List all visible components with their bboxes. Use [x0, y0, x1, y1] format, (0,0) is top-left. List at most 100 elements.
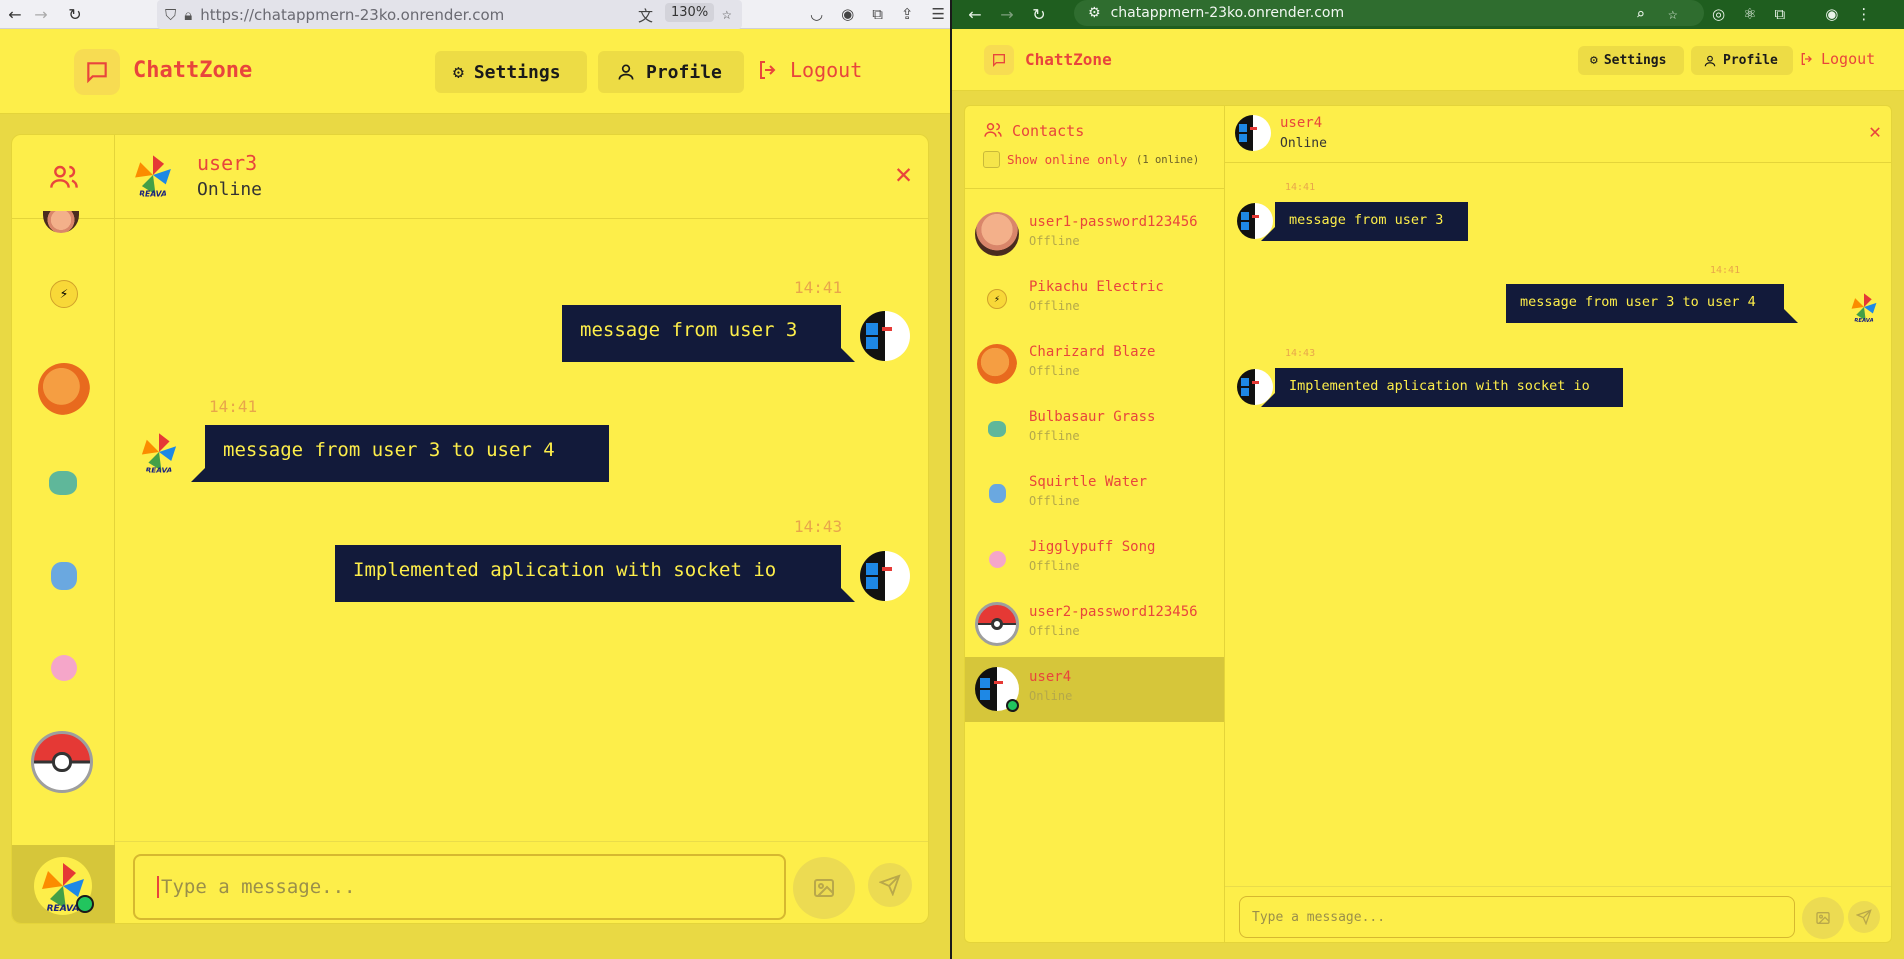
message-input[interactable]: Type a message...	[133, 854, 786, 920]
back-icon[interactable]: ←	[962, 2, 988, 28]
close-chat-icon[interactable]: ✕	[1869, 119, 1881, 143]
zoom-icon[interactable]: ⌕	[1636, 5, 1645, 23]
contact-status: Offline	[1029, 494, 1080, 508]
zoom-level[interactable]: 130%	[665, 3, 715, 22]
settings-label: Settings	[1603, 53, 1667, 68]
url-text: https://chatappmern-23ko.onrender.com	[200, 5, 505, 24]
message-text: message from user 3	[580, 319, 798, 341]
site-info-icon[interactable]: ⚙	[1088, 5, 1101, 21]
contact-item[interactable]: ⚡ Pikachu Electric Offline	[965, 267, 1224, 332]
reload-icon[interactable]: ↻	[62, 1, 88, 27]
share-icon[interactable]: ⇪	[901, 5, 914, 23]
contact-item[interactable]: Squirtle Water Offline	[965, 462, 1224, 527]
message-text: Implemented aplication with socket io	[353, 559, 777, 581]
contact-item-active[interactable]: user4 Online	[965, 657, 1224, 722]
message-placeholder: Type a message...	[161, 876, 356, 898]
contact-item[interactable]: user1-password123456 Offline	[965, 202, 1224, 267]
sidebar-avatar-charizard[interactable]	[38, 363, 90, 415]
contacts-icon	[984, 123, 1002, 137]
chat-container: ⚡ REAVA REAVA user3 Online ✕ 14:41 messa…	[11, 134, 929, 924]
account-icon[interactable]: ◉	[841, 5, 854, 23]
send-button[interactable]	[1848, 901, 1880, 933]
forward-icon[interactable]: →	[28, 1, 54, 27]
avatar-icon[interactable]: ◉	[1825, 5, 1838, 23]
contacts-icon[interactable]	[12, 135, 115, 219]
contact-item[interactable]: Charizard Blaze Offline	[965, 332, 1224, 397]
reload-icon[interactable]: ↻	[1026, 2, 1052, 28]
chat-user-avatar	[1235, 115, 1271, 151]
settings-button[interactable]: ⚙ Settings	[1578, 46, 1684, 75]
contact-name: user4	[1029, 669, 1072, 685]
contact-item[interactable]: Jigglypuff Song Offline	[965, 527, 1224, 592]
logout-icon	[1801, 53, 1812, 65]
address-bar[interactable]: ⛉ 🔒︎ https://chatappmern-23ko.onrender.c…	[157, 0, 742, 29]
chat-user-avatar: REAVA	[129, 151, 177, 199]
svg-text:REAVA: REAVA	[1854, 318, 1873, 323]
logout-button[interactable]: Logout	[756, 58, 862, 82]
pocket-icon[interactable]: ◡	[810, 5, 823, 23]
send-button[interactable]	[868, 863, 912, 907]
svg-text:REAVA: REAVA	[47, 904, 80, 913]
text-cursor	[157, 876, 159, 898]
chat-user-status: Online	[1280, 136, 1327, 151]
sidebar-avatar-user2[interactable]	[31, 731, 93, 793]
message-bubble: message from user 3 to user 4	[191, 425, 609, 482]
sidebar-item-user3-active[interactable]: REAVA	[12, 845, 115, 923]
sidebar: ⚡ REAVA	[12, 135, 115, 923]
message-bubble: message from user 3	[562, 305, 855, 362]
logout-button[interactable]: Logout	[1799, 50, 1875, 68]
logo-icon[interactable]	[984, 45, 1014, 75]
contact-status: Offline	[1029, 234, 1080, 248]
contact-name: user2-password123456	[1029, 604, 1198, 620]
url-text: chatappmern-23ko.onrender.com	[1110, 5, 1345, 21]
sender-avatar: REAVA	[1847, 290, 1881, 324]
contacts-title: Contacts	[1012, 122, 1085, 140]
logo-icon[interactable]	[74, 49, 120, 95]
image-upload-button[interactable]	[1802, 897, 1844, 939]
message-placeholder: Type a message...	[1252, 909, 1386, 925]
settings-button[interactable]: ⚙ Settings	[435, 51, 587, 93]
profile-button[interactable]: Profile	[598, 51, 744, 93]
sidebar-avatar-pikachu[interactable]: ⚡	[50, 280, 78, 308]
contact-avatar	[989, 551, 1006, 568]
extension-icon[interactable]: ◎	[1712, 5, 1725, 23]
sender-avatar	[860, 551, 910, 601]
extensions-icon[interactable]: ⧉	[1775, 5, 1786, 23]
forward-icon[interactable]: →	[994, 2, 1020, 28]
address-bar[interactable]: ⚙ chatappmern-23ko.onrender.com	[1074, 0, 1704, 26]
profile-button[interactable]: Profile	[1691, 46, 1793, 75]
extensions-icon[interactable]: ⧉	[872, 5, 883, 23]
star-icon[interactable]: ☆	[722, 4, 732, 23]
show-online-label[interactable]: Show online only	[1007, 152, 1127, 167]
translate-icon[interactable]: 文	[638, 5, 653, 26]
menu-icon[interactable]: ☰	[931, 5, 944, 23]
sidebar-avatar-squirtle[interactable]	[51, 562, 77, 590]
sidebar-avatar-jigglypuff[interactable]	[51, 655, 77, 681]
show-online-checkbox[interactable]	[983, 151, 1000, 168]
online-count: (1 online)	[1136, 154, 1200, 166]
sidebar-avatar-bulbasaur[interactable]	[49, 471, 77, 495]
menu-icon[interactable]: ⋮	[1856, 5, 1871, 23]
react-devtools-icon[interactable]: ⚛	[1743, 5, 1756, 23]
chat-app-left: ChattZone ⚙ Settings Profile Logout ⚡ RE…	[0, 29, 950, 959]
contact-avatar	[977, 344, 1017, 384]
star-icon[interactable]: ☆	[1668, 4, 1678, 23]
message-input[interactable]: Type a message...	[1239, 896, 1795, 938]
sidebar-avatar-user1[interactable]	[43, 211, 79, 233]
contact-item[interactable]: Bulbasaur Grass Offline	[965, 397, 1224, 462]
contact-item[interactable]: user2-password123456 Offline	[965, 592, 1224, 657]
contact-status: Offline	[1029, 299, 1080, 313]
back-icon[interactable]: ←	[2, 1, 28, 27]
contact-name: Pikachu Electric	[1029, 279, 1164, 295]
chat-user-name: user3	[197, 151, 258, 175]
close-chat-icon[interactable]: ✕	[895, 157, 912, 190]
brand-name[interactable]: ChattZone	[1025, 50, 1112, 69]
image-upload-button[interactable]	[793, 857, 855, 919]
chat-user-status: Online	[197, 179, 263, 200]
message-composer: Type a message...	[115, 841, 928, 923]
user-icon	[1704, 55, 1716, 66]
message-text: Implemented aplication with socket io	[1289, 378, 1590, 394]
browser-toolbar-right: ← → ↻ ⚙ chatappmern-23ko.onrender.com ⌕ …	[952, 0, 1904, 29]
brand-name[interactable]: ChattZone	[133, 58, 252, 83]
message-text: message from user 3 to user 4	[223, 439, 555, 461]
